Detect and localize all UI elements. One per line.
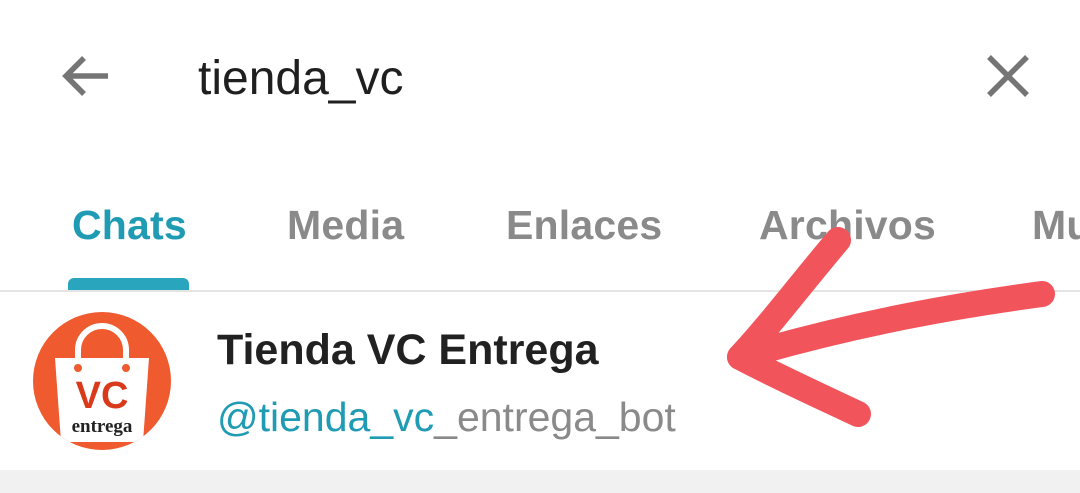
back-button[interactable]: [48, 44, 124, 108]
tab-archivos[interactable]: Archivos: [759, 202, 936, 249]
result-title: Tienda VC Entrega: [217, 326, 599, 374]
logo-subtext: entrega: [72, 416, 133, 437]
search-bar: [0, 0, 1080, 160]
list-bottom-strip: [0, 470, 1080, 493]
shopping-bag-logo-icon: VC entrega: [55, 323, 149, 442]
clear-search-button[interactable]: [972, 40, 1044, 112]
username-match: @tienda_vc: [217, 394, 435, 440]
arrow-left-icon: [62, 56, 108, 96]
result-username: @tienda_vc_entrega_bot: [217, 394, 676, 441]
username-rest: _entrega_bot: [434, 394, 676, 440]
close-icon: [987, 55, 1029, 97]
logo-text: VC: [76, 375, 129, 417]
tab-music[interactable]: Mu: [1032, 202, 1080, 249]
tab-media[interactable]: Media: [287, 202, 404, 249]
avatar: VC entrega: [33, 312, 171, 450]
search-tabs: Chats Media Enlaces Archivos Mu: [0, 160, 1080, 290]
search-result-row[interactable]: VC entrega Tienda VC Entrega @tienda_vc_…: [0, 292, 1080, 470]
tab-enlaces[interactable]: Enlaces: [506, 202, 662, 249]
tab-chats[interactable]: Chats: [72, 202, 187, 249]
search-input[interactable]: [198, 40, 938, 116]
active-tab-indicator: [68, 278, 189, 290]
